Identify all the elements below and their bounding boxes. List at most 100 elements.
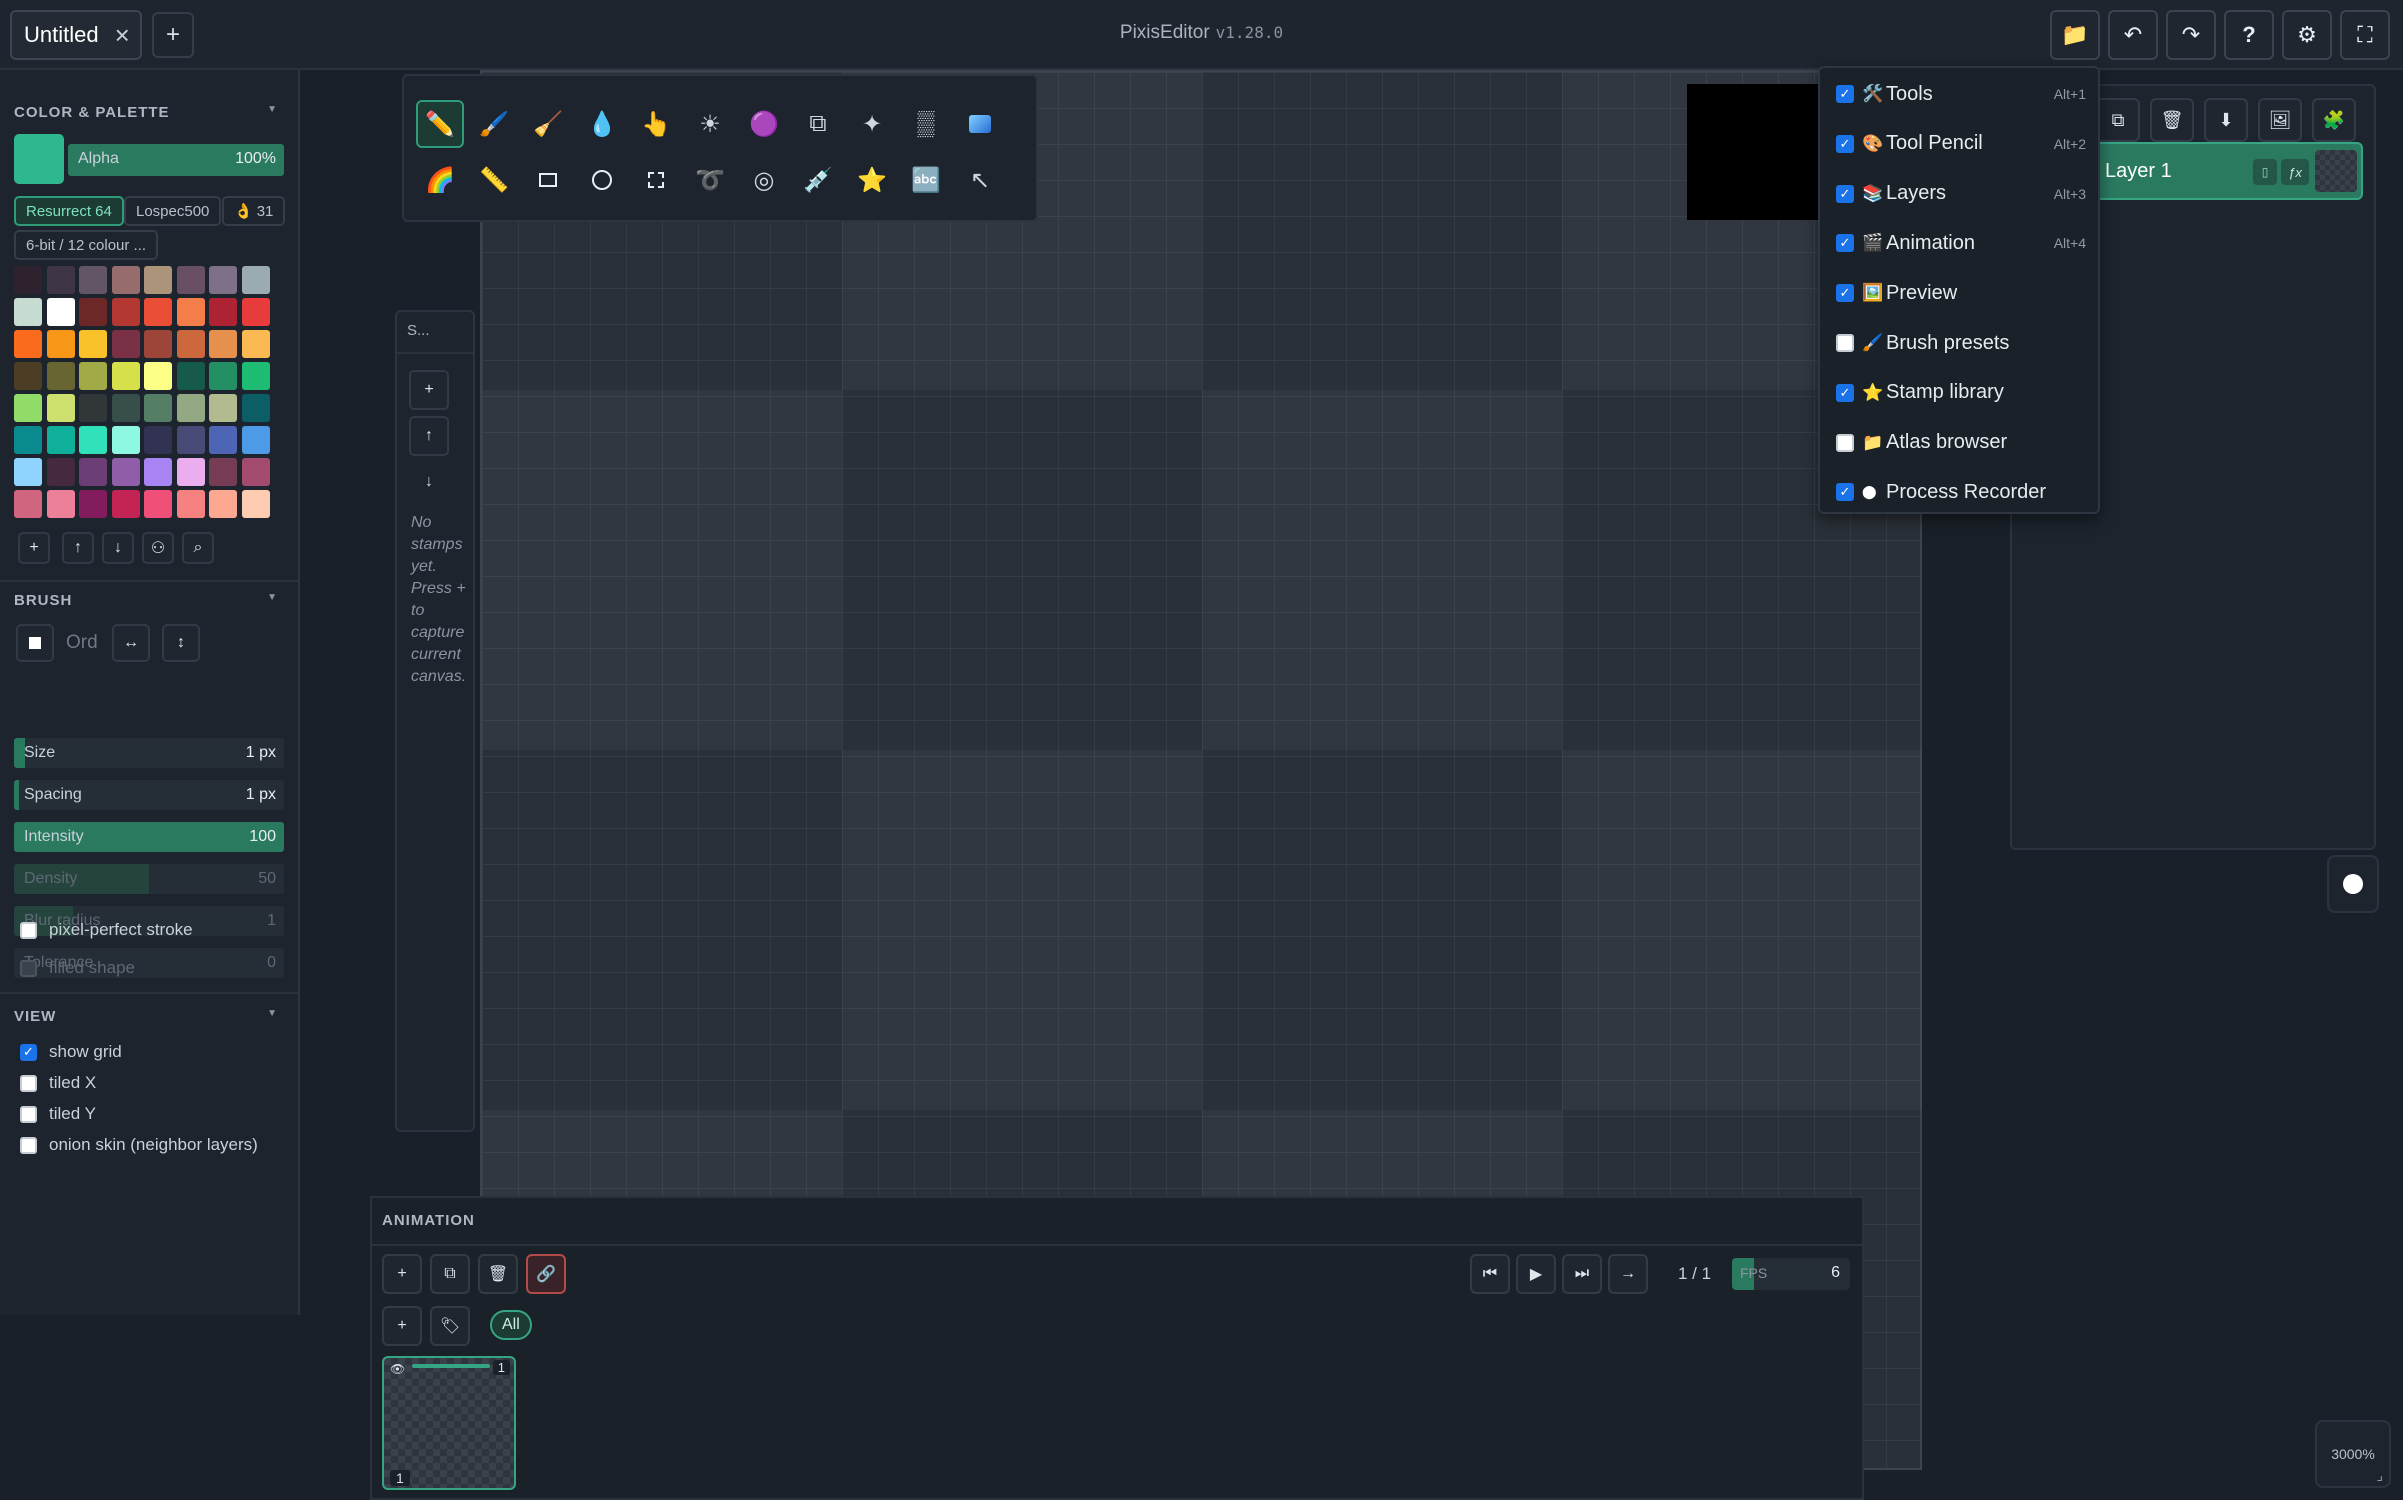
filled-shape-checkbox[interactable]: filled shape [20,958,135,978]
lighten-tool[interactable]: ☀ [686,100,734,148]
tiled-y-checkbox[interactable]: tiled Y [20,1104,96,1124]
palette-extract-button[interactable]: ⚇ [142,532,174,564]
size-slider[interactable]: Size 1 px [14,738,284,768]
rectangle-tool[interactable] [524,156,572,204]
palette-swatch[interactable] [176,362,205,390]
menu-checkbox[interactable]: ✓ [1836,134,1854,153]
menu-checkbox[interactable]: ✓ [1836,184,1854,203]
brush-tool[interactable]: 🖌️ [470,100,518,148]
color-palette-header[interactable]: COLOR & PALETTE ▼ [14,104,294,121]
palette-swatch[interactable] [79,330,107,358]
checkbox-box[interactable] [20,921,37,939]
tag-button[interactable]: 🏷 [430,1306,470,1346]
palette-swatch[interactable] [241,298,270,326]
palette-swatch[interactable] [176,298,205,326]
palette-swatch[interactable] [111,426,140,454]
menu-checkbox[interactable]: ✓ [1836,483,1854,502]
text-tool[interactable]: 🔤 [902,156,950,204]
palette-swatch[interactable] [209,426,237,454]
export-palette-button[interactable]: ↓ [102,532,134,564]
play-button[interactable]: ▶ [1516,1254,1556,1294]
palette-swatch[interactable] [241,266,270,294]
palette-swatch[interactable] [79,490,107,518]
tiled-x-checkbox[interactable]: tiled X [20,1073,96,1093]
smudge-tool[interactable]: 👆 [632,100,680,148]
eyedropper-tool[interactable]: 💉 [794,156,842,204]
stamp-tool[interactable]: ⭐ [848,156,896,204]
filter-all-chip[interactable]: All [490,1310,532,1340]
link-frames-button[interactable]: 🔗 [526,1254,566,1294]
dither-tool[interactable]: ▒ [902,100,950,148]
image-layer-button[interactable]: 🖼 [2258,98,2302,142]
checkbox-box[interactable] [20,959,37,977]
add-frame-button[interactable]: + [382,1254,422,1294]
open-folder-button[interactable]: 📁 [2050,10,2100,60]
undo-button[interactable]: ↶ [2108,10,2158,60]
alpha-slider[interactable]: Alpha 100% [68,144,284,176]
palette-swatch[interactable] [144,458,172,486]
brush-header[interactable]: BRUSH ▼ [14,592,294,609]
palette-swatch[interactable] [241,426,270,454]
palette-swatch[interactable] [46,330,75,358]
palette-swatch[interactable] [176,426,205,454]
palette-swatch[interactable] [46,266,75,294]
menu-item-process-recorder[interactable]: ✓ ⬤ Process Recorder [1836,472,2086,512]
fill-tool[interactable]: 💧 [578,100,626,148]
palette-swatch[interactable] [111,298,140,326]
palette-swatch[interactable] [79,298,107,326]
checkbox-box[interactable] [20,1074,37,1092]
redo-button[interactable]: ↷ [2166,10,2216,60]
select-tool[interactable] [632,156,680,204]
menu-checkbox[interactable] [1836,433,1854,452]
palette-swatch[interactable] [144,394,172,422]
palette-swatch[interactable] [209,490,237,518]
fullscreen-button[interactable]: ⛶ [2340,10,2390,60]
sparkle-tool[interactable]: ✦ [848,100,896,148]
menu-item-tools[interactable]: ✓ 🛠️ Tools Alt+1 [1836,74,2086,114]
search-palette-button[interactable]: ⌕ [182,532,214,564]
palette-swatch[interactable] [241,330,270,358]
palette-swatch[interactable] [79,394,107,422]
palette-swatch[interactable] [14,394,42,422]
palette-swatch[interactable] [176,330,205,358]
palette-swatch[interactable] [14,362,42,390]
view-header[interactable]: VIEW ▼ [14,1008,294,1025]
pencil-tool[interactable]: ✏️ [416,100,464,148]
intensity-slider[interactable]: Intensity 100 [14,822,284,852]
palette-swatch[interactable] [209,330,237,358]
menu-item-atlas-browser[interactable]: 📁 Atlas browser [1836,423,2086,463]
gradient-tool[interactable] [956,100,1004,148]
brush-shape-square-button[interactable] [16,624,54,662]
show-grid-checkbox[interactable]: ✓ show grid [20,1042,122,1062]
palette-swatch[interactable] [111,266,140,294]
brush-order-label[interactable]: Ord [66,632,98,654]
palette-swatch[interactable] [209,266,237,294]
palette-tab-lospec[interactable]: Lospec500 [124,196,222,226]
add-tag-button[interactable]: + [382,1306,422,1346]
move-tool[interactable]: ↖ [956,156,1004,204]
process-recorder-button[interactable] [2327,855,2379,913]
palette-swatch[interactable] [209,298,237,326]
delete-frame-button[interactable]: 🗑 [478,1254,518,1294]
help-button[interactable]: ? [2224,10,2274,60]
palette-swatch[interactable] [46,298,75,326]
ellipse-tool[interactable] [578,156,626,204]
export-stamp-button[interactable]: ↓ [409,462,449,502]
mirror-x-button[interactable]: ↔ [112,624,150,662]
menu-checkbox[interactable]: ✓ [1836,284,1854,303]
import-stamp-button[interactable]: ↑ [409,416,449,456]
palette-swatch[interactable] [14,458,42,486]
delete-layer-button[interactable]: 🗑 [2150,98,2194,142]
menu-item-tool-pencil[interactable]: ✓ 🎨 Tool Pencil Alt+2 [1836,124,2086,164]
palette-swatch[interactable] [14,490,42,518]
palette-swatch[interactable] [111,490,140,518]
palette-swatch[interactable] [111,394,140,422]
duplicate-layer-button[interactable]: ⧉ [2096,98,2140,142]
palette-swatch[interactable] [144,298,172,326]
menu-checkbox[interactable] [1836,334,1854,352]
palette-swatch[interactable] [176,490,205,518]
checkbox-box[interactable] [20,1136,37,1154]
checkbox-box[interactable]: ✓ [20,1043,37,1061]
mirror-y-button[interactable]: ↕ [162,624,200,662]
menu-checkbox[interactable]: ✓ [1836,85,1854,103]
